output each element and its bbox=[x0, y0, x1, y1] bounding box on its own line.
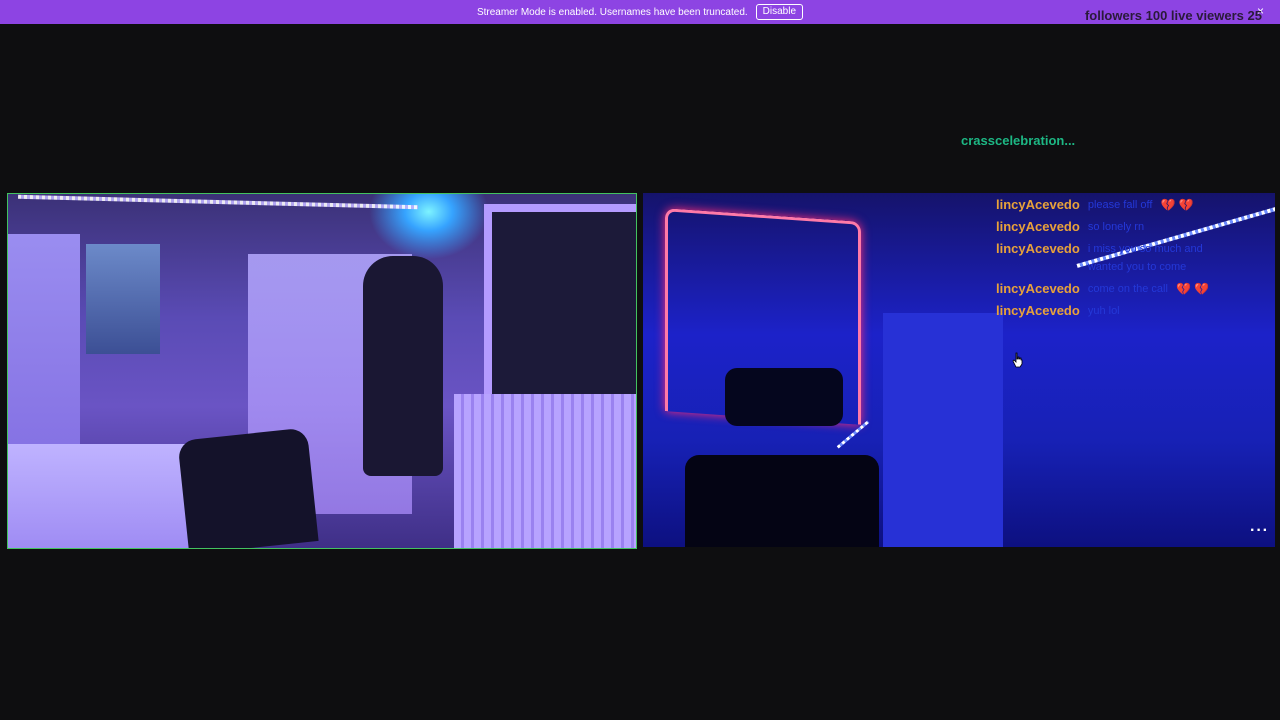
scene-poster bbox=[86, 244, 160, 354]
scene-chair-seat bbox=[685, 455, 879, 547]
chat-text: yuh lol bbox=[1087, 305, 1120, 317]
stream-stats: followers 100 live viewers 25 bbox=[1084, 8, 1262, 23]
hand-pointer-icon bbox=[1012, 352, 1023, 368]
broken-heart-icon: 💔 💔 bbox=[1175, 282, 1210, 296]
scene-bed bbox=[8, 444, 198, 548]
chat-username: lincyAcevedo bbox=[996, 241, 1080, 256]
scene-chair-back bbox=[725, 368, 843, 426]
chat-username: lincyAcevedo bbox=[996, 197, 1080, 212]
scene-person bbox=[363, 256, 443, 476]
chat-text: i miss you so much and wanted you to com… bbox=[1087, 243, 1203, 273]
chat-text: please fall off bbox=[1087, 199, 1153, 211]
chat-message: lincyAcevedo please fall off 💔 💔 bbox=[996, 196, 1236, 214]
broken-heart-icon: 💔 💔 bbox=[1160, 198, 1194, 212]
chat-username: lincyAcevedo bbox=[996, 219, 1080, 234]
scene-led-strip bbox=[18, 194, 418, 210]
scene-wainscot bbox=[454, 394, 636, 548]
scene-door bbox=[883, 313, 1003, 547]
chat-message: lincyAcevedo come on the call 💔 💔 bbox=[996, 280, 1236, 298]
scene-chair bbox=[177, 427, 319, 548]
chat-username: lincyAcevedo bbox=[996, 303, 1080, 318]
overlay-username: crasscelebration... bbox=[961, 133, 1076, 148]
chat-text: so lonely rn bbox=[1087, 221, 1145, 233]
banner-message: Streamer Mode is enabled. Usernames have… bbox=[476, 6, 748, 18]
more-options-icon[interactable]: ··· bbox=[1250, 522, 1269, 540]
chat-username: lincyAcevedo bbox=[996, 281, 1080, 296]
chat-overlay: lincyAcevedo please fall off 💔 💔 lincyAc… bbox=[996, 196, 1236, 324]
video-feed-left[interactable] bbox=[7, 193, 637, 549]
disable-button[interactable]: Disable bbox=[755, 4, 804, 20]
chat-text: come on the call bbox=[1087, 283, 1168, 295]
chat-message: lincyAcevedo yuh lol bbox=[996, 302, 1236, 320]
chat-message: lincyAcevedo so lonely rn bbox=[996, 218, 1236, 236]
scene-led-strip-small bbox=[836, 420, 870, 449]
chat-message: lincyAcevedo i miss you so much and want… bbox=[996, 240, 1236, 276]
